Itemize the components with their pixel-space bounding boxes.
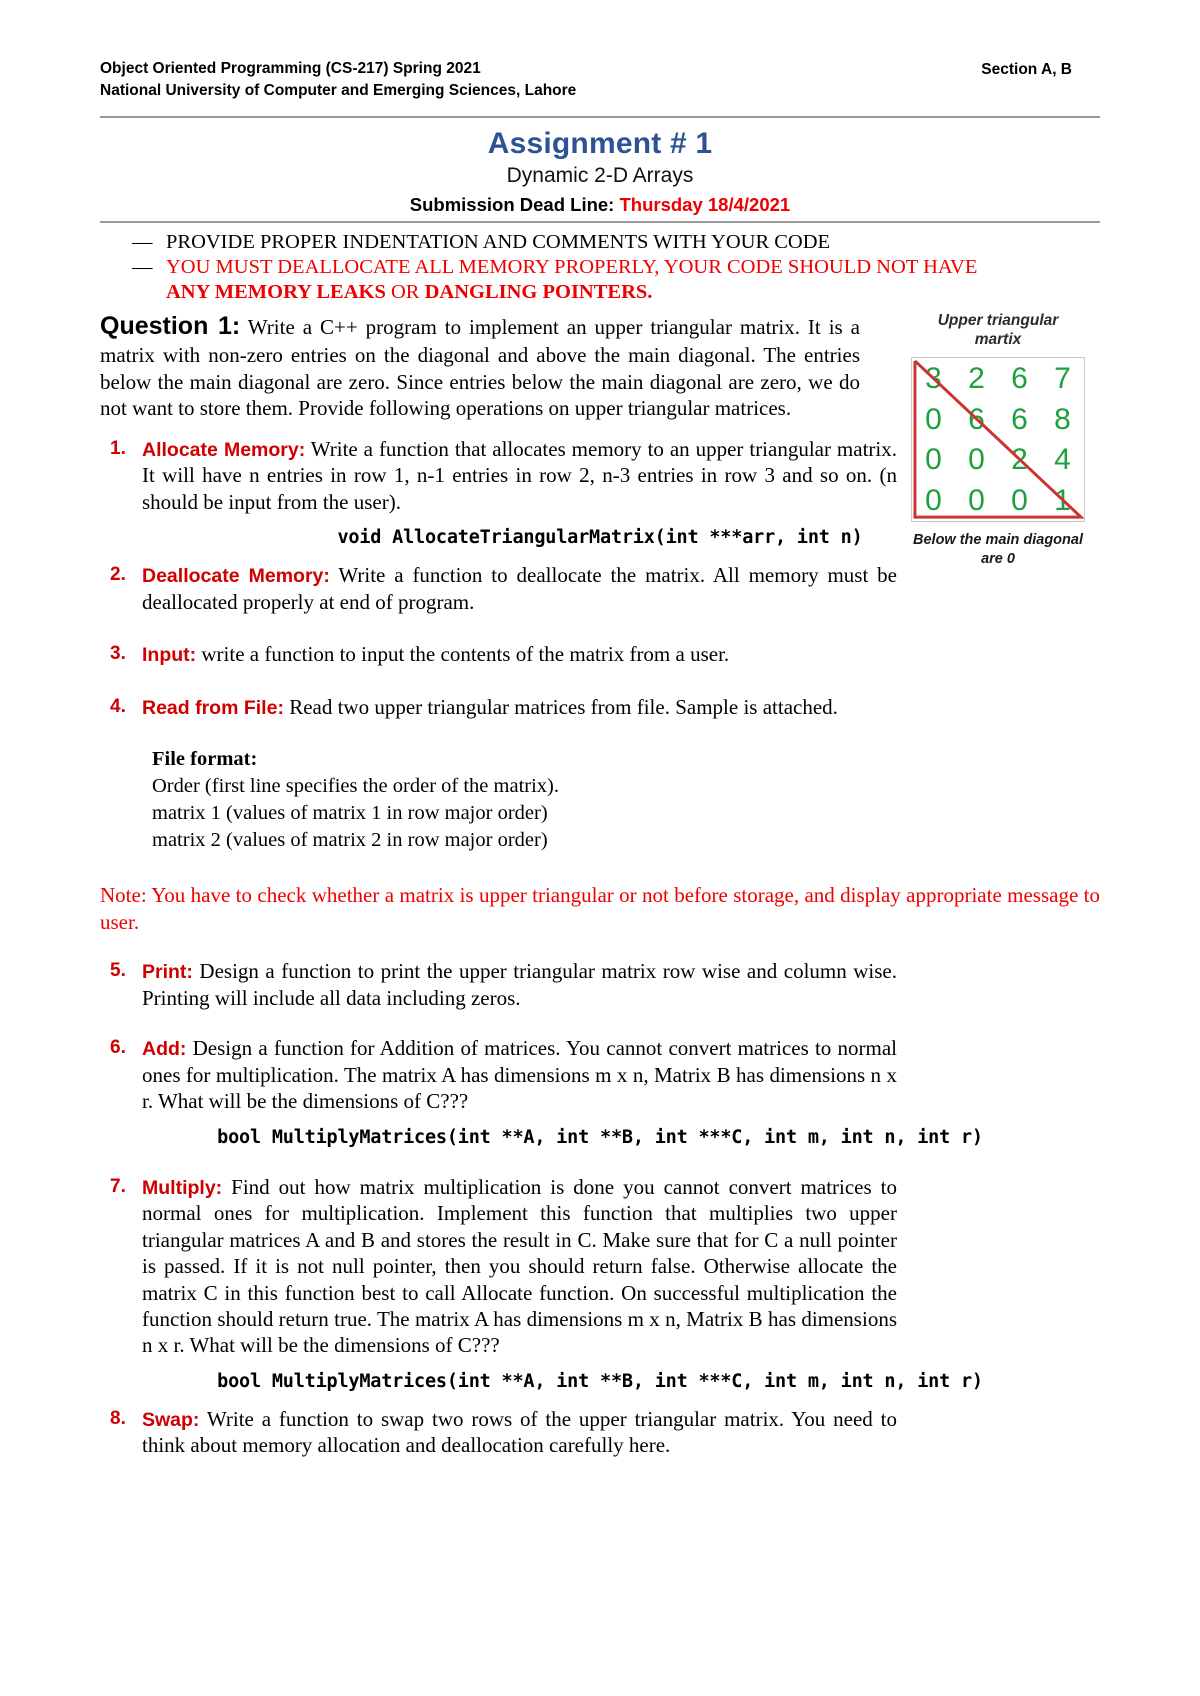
notice-list: — PROVIDE PROPER INDENTATION AND COMMENT… <box>100 230 1100 305</box>
item-number: 2. <box>110 564 126 586</box>
item-text: write a function to input the contents o… <box>196 642 730 667</box>
course-title: Object Oriented Programming (CS-217) Spr… <box>100 60 481 77</box>
matrix-cell: 0 <box>968 484 985 518</box>
item-label: Input: <box>142 644 197 667</box>
matrix-cell: 8 <box>1054 402 1071 436</box>
item-body: Deallocate Memory: Write a function to d… <box>142 562 897 615</box>
figure-caption-top-line1: Upper triangular <box>937 311 1059 329</box>
figure-caption-top: Upper triangular martix <box>888 311 1108 350</box>
deadline-line: Submission Dead Line: Thursday 18/4/2021 <box>100 193 1100 217</box>
file-format-line-matrix1: matrix 1 (values of matrix 1 in row majo… <box>152 802 548 825</box>
notice-memory-or: OR <box>385 280 425 303</box>
item-number: 4. <box>110 695 126 717</box>
notice-item-indentation: — PROVIDE PROPER INDENTATION AND COMMENT… <box>132 230 1100 255</box>
matrix-cell: 0 <box>925 443 942 477</box>
question-paragraph: Question 1: Write a C++ program to imple… <box>100 311 860 422</box>
figure-caption-top-line2: martix <box>974 331 1022 349</box>
item-body: Print: Design a function to print the up… <box>142 958 897 1011</box>
item-number: 7. <box>110 1175 126 1197</box>
list-item: 7. Multiply: Find out how matrix multipl… <box>100 1174 1100 1359</box>
item-text: Find out how matrix multiplication is do… <box>142 1174 897 1358</box>
item-body: Allocate Memory: Write a function that a… <box>142 436 897 515</box>
item-body: Add: Design a function for Addition of m… <box>142 1035 897 1114</box>
note-text: Note: You have to check whether a matrix… <box>100 883 1100 935</box>
item-label: Add: <box>142 1038 187 1061</box>
notice-memory-leaks: ANY MEMORY LEAKS <box>166 280 386 303</box>
matrix-cell: 2 <box>1011 443 1028 477</box>
section-label: Section A, B <box>981 61 1072 78</box>
item-number: 3. <box>110 643 126 665</box>
figure-caption-bottom-line1: Below the main diagonal <box>913 532 1083 549</box>
file-format-block: File format: Order (first line specifies… <box>100 746 1100 854</box>
item-text: Write a function to swap two rows of the… <box>142 1406 897 1458</box>
list-item: 6. Add: Design a function for Addition o… <box>100 1035 1100 1114</box>
upper-triangular-figure: Upper triangular martix 3 2 6 7 0 6 6 8 … <box>888 311 1108 568</box>
item-number: 1. <box>110 437 126 459</box>
notice-memory-line1: YOU MUST DEALLOCATE ALL MEMORY PROPERLY,… <box>166 255 978 278</box>
item-text: Design a function to print the upper tri… <box>142 959 897 1010</box>
code-line-multiply-1: bool MultiplyMatrices(int **A, int **B, … <box>217 1126 983 1148</box>
item-body: Multiply: Find out how matrix multiplica… <box>142 1174 897 1359</box>
matrix-cell: 0 <box>925 484 942 518</box>
code-line-multiply-2: bool MultiplyMatrices(int **A, int **B, … <box>217 1370 983 1392</box>
matrix-cell: 3 <box>925 361 942 395</box>
matrix-cell: 1 <box>1054 484 1071 518</box>
page-header: Object Oriented Programming (CS-217) Spr… <box>100 58 1100 102</box>
list-item: 2. Deallocate Memory: Write a function t… <box>100 562 1100 615</box>
item-body: Swap: Write a function to swap two rows … <box>142 1406 897 1459</box>
list-item: 5. Print: Design a function to print the… <box>100 958 1100 1011</box>
list-item: 3. Input: write a function to input the … <box>100 641 1100 668</box>
notice-item-memory: — YOU MUST DEALLOCATE ALL MEMORY PROPERL… <box>132 255 1100 305</box>
item-label: Swap: <box>142 1408 200 1431</box>
item-label: Allocate Memory: <box>142 438 306 461</box>
item-number: 8. <box>110 1407 126 1429</box>
matrix-cell: 0 <box>1011 484 1028 518</box>
figure-caption-bottom-line2: are 0 <box>981 550 1015 567</box>
header-divider <box>100 116 1100 118</box>
deadline-label: Submission Dead Line: <box>409 193 615 215</box>
university-name: National University of Computer and Emer… <box>100 82 577 99</box>
matrix-diagram: 3 2 6 7 0 6 6 8 0 0 2 4 0 0 0 1 <box>911 357 1085 523</box>
item-body: Input: write a function to input the con… <box>142 641 897 668</box>
item-text: Design a function for Addition of matric… <box>142 1036 897 1114</box>
file-format-line-order: Order (first line specifies the order of… <box>152 775 559 798</box>
matrix-values-grid: 3 2 6 7 0 6 6 8 0 0 2 4 0 0 0 1 <box>912 358 1084 521</box>
item-number: 5. <box>110 960 126 982</box>
figure-caption-bottom: Below the main diagonal are 0 <box>882 531 1114 567</box>
item-body: Read from File: Read two upper triangula… <box>142 694 897 721</box>
list-item: 4. Read from File: Read two upper triang… <box>100 694 1100 721</box>
em-dash-icon: — <box>132 255 153 278</box>
matrix-cell: 7 <box>1054 361 1071 395</box>
list-item: 8. Swap: Write a function to swap two ro… <box>100 1406 1100 1459</box>
item-text: Read two upper triangular matrices from … <box>283 694 838 719</box>
title-block: Assignment # 1 Dynamic 2-D Arrays Submis… <box>100 126 1100 217</box>
matrix-cell: 0 <box>925 402 942 436</box>
em-dash-icon: — <box>132 230 153 253</box>
file-format-title: File format: <box>152 748 258 771</box>
matrix-cell: 6 <box>1011 361 1028 395</box>
item-label: Print: <box>142 961 193 984</box>
notice-text-indentation: PROVIDE PROPER INDENTATION AND COMMENTS … <box>166 230 831 253</box>
item-label: Deallocate Memory: <box>142 565 330 588</box>
matrix-cell: 0 <box>968 443 985 477</box>
notice-text-memory: YOU MUST DEALLOCATE ALL MEMORY PROPERLY,… <box>166 255 1100 305</box>
matrix-cell: 2 <box>968 361 985 395</box>
item-number: 6. <box>110 1037 126 1059</box>
deadline-date: Thursday 18/4/2021 <box>619 193 791 215</box>
matrix-cell: 6 <box>968 402 985 436</box>
assignment-subtitle: Dynamic 2-D Arrays <box>506 164 694 188</box>
matrix-cell: 4 <box>1054 443 1071 477</box>
assignment-page: Object Oriented Programming (CS-217) Spr… <box>0 0 1200 1696</box>
task-list-lower: 5. Print: Design a function to print the… <box>100 958 1100 1459</box>
item-label: Read from File: <box>142 696 284 719</box>
file-format-line-matrix2: matrix 2 (values of matrix 2 in row majo… <box>152 829 548 852</box>
title-divider <box>100 220 1100 223</box>
matrix-cell: 6 <box>1011 402 1028 436</box>
notice-dangling-pointers: DANGLING POINTERS. <box>424 280 653 303</box>
question-label: Question 1: <box>100 311 241 340</box>
page-title: Assignment # 1 <box>487 127 713 160</box>
item-label: Multiply: <box>142 1176 223 1199</box>
header-left-block: Object Oriented Programming (CS-217) Spr… <box>100 58 576 102</box>
question-section: Upper triangular martix 3 2 6 7 0 6 6 8 … <box>100 311 1100 1459</box>
